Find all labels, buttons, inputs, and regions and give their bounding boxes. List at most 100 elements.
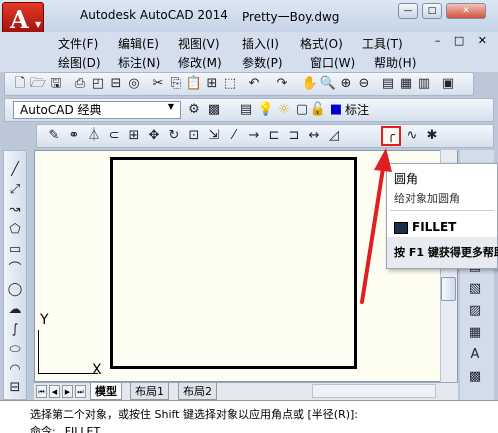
extend-icon[interactable]: → [245,127,263,145]
rotate-icon[interactable]: ↻ [165,127,183,145]
array-icon[interactable]: ⊞ [125,127,143,145]
layer-name[interactable]: 标注 [345,101,369,119]
erase-icon[interactable]: ✎ [45,127,63,145]
add-selected-icon[interactable]: ▩ [466,368,484,386]
scale-icon[interactable]: ⊡ [185,127,203,145]
red-annotation-arrow-icon [360,148,392,304]
chamfer-icon[interactable]: ◿ [325,127,343,145]
layer-freeze-sun-icon[interactable]: ☼ [275,101,293,119]
menu-parametric[interactable]: 参数(P) [242,54,283,71]
horizontal-scrollbar[interactable] [312,384,436,398]
insert-block-icon[interactable]: ⊟ [6,379,24,397]
stretch-icon[interactable]: ⇲ [205,127,223,145]
workspace-layer-toolbar: AutoCAD 经典 ▼ ⚙ ▩ ▤ 💡 ☼ ▢ 🔓 ■ 标注 [4,98,494,122]
copy-icon[interactable]: ⎘ [167,75,185,93]
mirror-icon[interactable]: ⏃ [85,127,103,145]
vertical-scroll-thumb[interactable] [441,277,456,301]
undo-icon[interactable]: ↶ [245,75,263,93]
polygon-icon[interactable]: ⬠ [6,221,24,239]
zoom-realtime-icon[interactable]: 🔍 [319,75,337,93]
print-icon[interactable]: ⎙ [71,75,89,93]
layer-lock-icon[interactable]: 🔓 [309,101,327,119]
properties-icon[interactable]: ▤ [379,75,397,93]
close-button[interactable]: ✕ [446,3,486,19]
cut-icon[interactable]: ✂ [149,75,167,93]
menu-window[interactable]: 窗口(W) [310,54,355,71]
zoom-previous-icon[interactable]: ⊖ [355,75,373,93]
menu-dimension[interactable]: 标注(N) [118,54,160,71]
dropdown-arrow-icon: ▼ [35,20,42,29]
copy-object-icon[interactable]: ⚭ [65,127,83,145]
plot-preview-icon[interactable]: ◰ [89,75,107,93]
chevron-down-icon[interactable]: ▼ [165,102,177,111]
menu-tools[interactable]: 工具(T) [362,35,403,52]
tool-palettes-icon[interactable]: ▥ [415,75,433,93]
open-icon[interactable]: 🗁 [29,75,47,93]
tab-layout1[interactable]: 布局1 [130,383,169,400]
3d-print-icon[interactable]: ◎ [125,75,143,93]
multiline-text-icon[interactable]: A [466,346,484,364]
tooltip-title: 圆角 [394,172,419,186]
join-icon[interactable]: ↔ [305,127,323,145]
redo-icon[interactable]: ↷ [273,75,291,93]
menu-view[interactable]: 视图(V) [178,35,220,52]
customize-icon[interactable]: ▩ [205,101,223,119]
menu-draw[interactable]: 绘图(D) [58,54,101,71]
ellipse-arc-icon[interactable]: ◠ [6,361,24,379]
menu-help[interactable]: 帮助(H) [374,54,416,71]
menu-file[interactable]: 文件(F) [58,35,98,52]
trim-icon[interactable]: ⁄ [225,127,243,145]
save-icon[interactable]: 🖫 [47,75,65,93]
circle-icon[interactable]: ◯ [6,281,24,299]
ellipse-icon[interactable]: ⬭ [6,341,24,359]
next-tab-icon[interactable]: ▶ [62,385,73,398]
last-tab-icon[interactable]: ⏭ [75,385,86,398]
rectangle-icon[interactable]: ▭ [6,241,24,259]
publish-icon[interactable]: ⊟ [107,75,125,93]
line-icon[interactable]: ╱ [6,161,24,179]
document-window-controls[interactable]: – □ ✕ [435,34,492,47]
break-at-point-icon[interactable]: ⊏ [265,127,283,145]
new-icon[interactable]: 🗋 [11,75,29,93]
calculator-icon[interactable]: ▣ [439,75,457,93]
fillet-button[interactable]: ╭ [381,126,401,146]
tab-model[interactable]: 模型 [90,383,122,400]
design-center-icon[interactable]: ▦ [397,75,415,93]
explode-icon[interactable]: ✱ [423,127,441,145]
application-menu-button[interactable]: A ▼ [2,2,44,36]
move-icon[interactable]: ✥ [145,127,163,145]
workspace-select[interactable]: AutoCAD 经典 [13,101,181,119]
first-tab-icon[interactable]: ⏮ [36,385,47,398]
paste-icon[interactable]: 📋 [185,75,203,93]
arc-icon[interactable]: ⌒ [6,261,24,279]
workspace-settings-icon[interactable]: ⚙ [185,101,203,119]
spline-icon[interactable]: ∫ [6,321,24,339]
polyline-icon[interactable]: ↝ [6,201,24,219]
menu-format[interactable]: 格式(O) [300,35,343,52]
menu-modify[interactable]: 修改(M) [178,54,222,71]
layer-on-bulb-icon[interactable]: 💡 [257,101,275,119]
break-icon[interactable]: ⊐ [285,127,303,145]
minimize-button[interactable]: — [398,3,418,19]
offset-icon[interactable]: ⊂ [105,127,123,145]
document-title: Pretty一Boy.dwg [242,10,340,24]
drawn-rectangle[interactable] [110,157,357,369]
insert-icon[interactable]: ▨ [466,302,484,320]
tab-layout2[interactable]: 布局2 [178,383,217,400]
block-editor-icon[interactable]: ⬚ [221,75,239,93]
maximize-button[interactable]: □ [422,3,442,19]
layer-properties-icon[interactable]: ▤ [237,101,255,119]
blend-curves-icon[interactable]: ∿ [403,127,421,145]
zoom-window-icon[interactable]: ⊕ [337,75,355,93]
construction-line-icon[interactable]: ⤢ [6,181,24,199]
tooltip-description: 给对象加圆角 [394,192,460,205]
prev-tab-icon[interactable]: ◀ [49,385,60,398]
menu-edit[interactable]: 编辑(E) [118,35,159,52]
revision-cloud-icon[interactable]: ☁ [6,301,24,319]
pan-icon[interactable]: ✋ [301,75,319,93]
block-icon[interactable]: ▧ [466,280,484,298]
table-icon[interactable]: ▦ [466,324,484,342]
menu-insert[interactable]: 插入(I) [242,35,279,52]
match-properties-icon[interactable]: ⊞ [203,75,221,93]
ucs-x-axis [38,373,98,374]
